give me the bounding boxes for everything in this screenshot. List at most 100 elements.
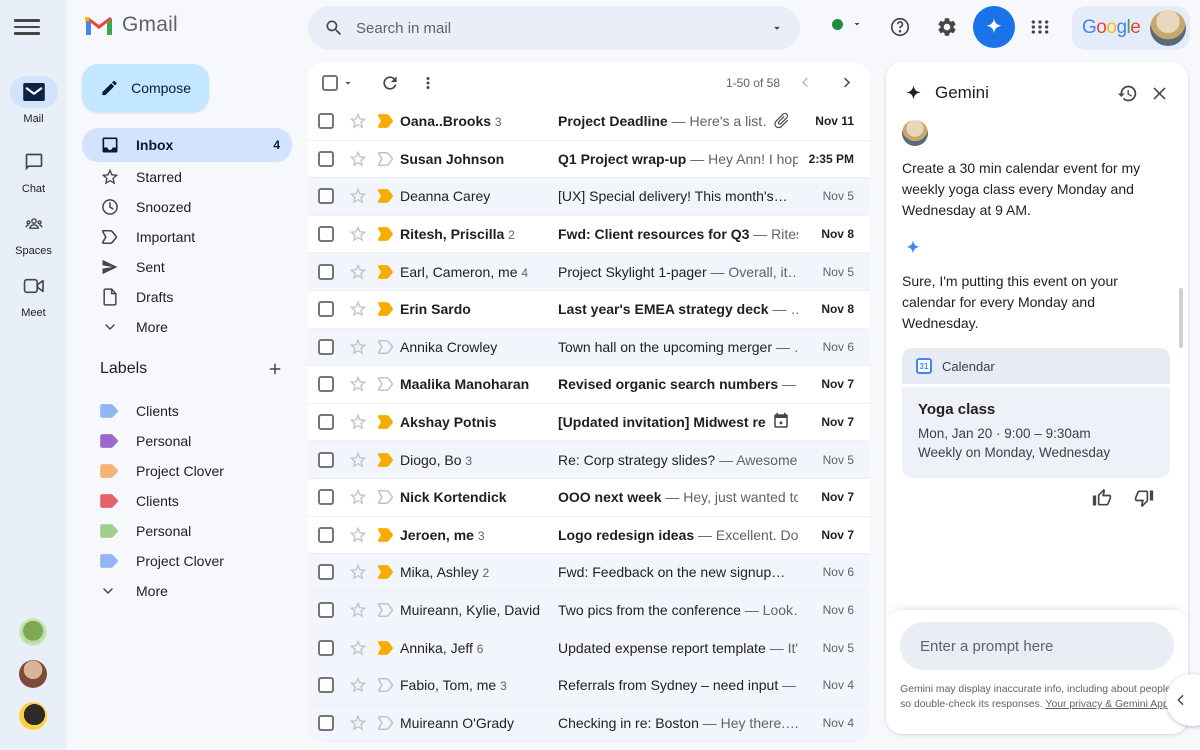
star-icon[interactable] xyxy=(348,600,368,620)
star-icon[interactable] xyxy=(348,186,368,206)
sidebar-item-sent[interactable]: Sent xyxy=(82,252,292,282)
table-row[interactable]: Annika CrowleyTown hall on the upcoming … xyxy=(308,329,870,367)
importance-marker-icon[interactable] xyxy=(376,412,396,432)
row-checkbox[interactable] xyxy=(318,151,334,167)
table-row[interactable]: Muireann O'GradyChecking in re: Boston —… xyxy=(308,705,870,743)
table-row[interactable]: Nick KortendickOOO next week — Hey, just… xyxy=(308,479,870,517)
label-item-personal[interactable]: Personal xyxy=(82,426,292,456)
more-actions-button[interactable] xyxy=(414,69,442,97)
importance-marker-icon[interactable] xyxy=(376,149,396,169)
table-row[interactable]: Oana..Brooks 3Project Deadline — Here's … xyxy=(308,103,870,141)
rail-item-chat[interactable]: Chat xyxy=(0,146,67,195)
create-label-button[interactable] xyxy=(266,360,284,378)
star-icon[interactable] xyxy=(348,450,368,470)
row-checkbox[interactable] xyxy=(318,602,334,618)
label-item-personal[interactable]: Personal xyxy=(82,516,292,546)
table-row[interactable]: Akshay Potnis[Updated invitation] Midwes… xyxy=(308,404,870,442)
rail-item-mail[interactable]: Mail xyxy=(0,76,67,125)
newer-page-button[interactable] xyxy=(798,75,813,90)
importance-marker-icon[interactable] xyxy=(376,487,396,507)
gemini-toggle-button[interactable] xyxy=(973,6,1015,48)
thumbs-down-button[interactable] xyxy=(1134,488,1154,508)
search-input[interactable] xyxy=(356,20,770,37)
row-checkbox[interactable] xyxy=(318,226,334,242)
row-checkbox[interactable] xyxy=(318,640,334,656)
star-icon[interactable] xyxy=(348,638,368,658)
importance-marker-icon[interactable] xyxy=(376,299,396,319)
row-checkbox[interactable] xyxy=(318,264,334,280)
row-checkbox[interactable] xyxy=(318,489,334,505)
star-icon[interactable] xyxy=(348,299,368,319)
table-row[interactable]: Mika, Ashley 2Fwd: Feedback on the new s… xyxy=(308,554,870,592)
star-icon[interactable] xyxy=(348,149,368,169)
apps-button[interactable] xyxy=(1026,13,1054,41)
table-row[interactable]: Ritesh, Priscilla 2Fwd: Client resources… xyxy=(308,216,870,254)
user-avatar[interactable] xyxy=(1150,10,1186,46)
row-checkbox[interactable] xyxy=(318,527,334,543)
importance-marker-icon[interactable] xyxy=(376,262,396,282)
search-bar[interactable] xyxy=(308,6,800,50)
star-icon[interactable] xyxy=(348,262,368,282)
older-page-button[interactable] xyxy=(839,75,854,90)
panel-scrollbar[interactable] xyxy=(1179,288,1183,348)
star-icon[interactable] xyxy=(348,525,368,545)
star-icon[interactable] xyxy=(348,713,368,733)
importance-marker-icon[interactable] xyxy=(376,525,396,545)
search-icon[interactable] xyxy=(324,18,344,38)
sidebar-item-drafts[interactable]: Drafts xyxy=(82,282,292,312)
row-checkbox[interactable] xyxy=(318,339,334,355)
sidebar-item-more[interactable]: More xyxy=(82,312,292,342)
thumbs-up-button[interactable] xyxy=(1092,488,1112,508)
label-item-project-clover[interactable]: Project Clover xyxy=(82,546,292,576)
rail-item-spaces[interactable]: Spaces xyxy=(0,208,67,257)
star-icon[interactable] xyxy=(348,562,368,582)
table-row[interactable]: Jeroen, me 3Logo redesign ideas — Excell… xyxy=(308,517,870,555)
importance-marker-icon[interactable] xyxy=(376,562,396,582)
contact-avatar-2[interactable] xyxy=(19,660,47,688)
row-checkbox[interactable] xyxy=(318,452,334,468)
history-button[interactable] xyxy=(1114,80,1140,106)
row-checkbox[interactable] xyxy=(318,677,334,693)
importance-marker-icon[interactable] xyxy=(376,224,396,244)
contact-avatar-1[interactable] xyxy=(19,618,47,646)
sidebar-item-inbox[interactable]: Inbox4 xyxy=(82,128,292,162)
contact-avatar-3[interactable] xyxy=(19,702,47,730)
table-row[interactable]: Annika, Jeff 6Updated expense report tem… xyxy=(308,629,870,667)
star-icon[interactable] xyxy=(348,487,368,507)
label-item-clients[interactable]: Clients xyxy=(82,396,292,426)
label-item-clients[interactable]: Clients xyxy=(82,486,292,516)
select-all-control[interactable] xyxy=(322,75,354,91)
star-icon[interactable] xyxy=(348,224,368,244)
star-icon[interactable] xyxy=(348,111,368,131)
sidebar-item-snoozed[interactable]: Snoozed xyxy=(82,192,292,222)
importance-marker-icon[interactable] xyxy=(376,450,396,470)
select-caret-icon[interactable] xyxy=(342,77,354,89)
rail-item-meet[interactable]: Meet xyxy=(0,270,67,319)
table-row[interactable]: Deanna Carey[UX] Special delivery! This … xyxy=(308,178,870,216)
table-row[interactable]: Maalika ManoharanRevised organic search … xyxy=(308,366,870,404)
importance-marker-icon[interactable] xyxy=(376,374,396,394)
row-checkbox[interactable] xyxy=(318,188,334,204)
prompt-input[interactable]: Enter a prompt here xyxy=(900,622,1174,670)
refresh-button[interactable] xyxy=(376,69,404,97)
star-icon[interactable] xyxy=(348,374,368,394)
importance-marker-icon[interactable] xyxy=(376,111,396,131)
help-button[interactable] xyxy=(886,13,914,41)
row-checkbox[interactable] xyxy=(318,564,334,580)
main-menu-button[interactable] xyxy=(14,15,40,39)
label-item-more[interactable]: More xyxy=(82,576,292,606)
status-selector[interactable] xyxy=(832,18,863,30)
sidebar-item-starred[interactable]: Starred xyxy=(82,162,292,192)
importance-marker-icon[interactable] xyxy=(376,713,396,733)
sidebar-item-important[interactable]: Important xyxy=(82,222,292,252)
star-icon[interactable] xyxy=(348,675,368,695)
table-row[interactable]: Fabio, Tom, me 3Referrals from Sydney – … xyxy=(308,667,870,705)
account-pill[interactable]: Google xyxy=(1072,6,1190,50)
search-options-caret-icon[interactable] xyxy=(770,21,784,35)
label-item-project-clover[interactable]: Project Clover xyxy=(82,456,292,486)
row-checkbox[interactable] xyxy=(318,113,334,129)
gmail-logo[interactable]: Gmail xyxy=(84,13,178,37)
star-icon[interactable] xyxy=(348,337,368,357)
settings-button[interactable] xyxy=(933,13,961,41)
importance-marker-icon[interactable] xyxy=(376,675,396,695)
